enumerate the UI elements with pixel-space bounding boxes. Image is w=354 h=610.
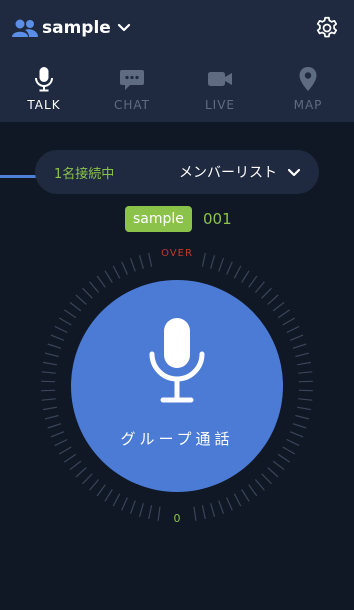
chat-bubble-icon [120, 70, 144, 90]
level-tick [267, 467, 279, 478]
map-pin-icon [299, 67, 317, 91]
level-tick [248, 275, 258, 288]
tab-chat-label: CHAT [113, 98, 150, 112]
level-tick [295, 352, 310, 358]
level-tick [233, 265, 242, 279]
level-tick [226, 497, 233, 511]
level-tick [69, 460, 82, 471]
level-tick [82, 287, 93, 299]
level-tick [89, 281, 100, 293]
group-talk-button[interactable]: グループ通話 [71, 280, 283, 492]
level-tick [75, 467, 87, 478]
level-tick [286, 438, 300, 447]
level-tick [44, 352, 59, 358]
level-tick [272, 301, 285, 312]
level-tick [248, 484, 258, 497]
level-tick [69, 301, 82, 312]
audio-level-value: 0 [173, 512, 181, 525]
chevron-down-icon [287, 168, 301, 177]
level-tick [282, 317, 296, 326]
level-tick [54, 325, 68, 334]
group-talk-label: グループ通話 [120, 430, 234, 448]
level-tick [286, 325, 300, 334]
video-camera-icon [208, 72, 232, 86]
app-header: sample [0, 0, 354, 56]
tab-talk[interactable]: TALK [0, 56, 88, 122]
tab-bar: TALK CHAT LIVE MAP [0, 56, 354, 178]
level-tick [296, 361, 312, 366]
tab-talk-label: TALK [27, 98, 61, 112]
over-indicator: OVER [161, 248, 193, 259]
tab-live-label: LIVE [204, 98, 235, 112]
level-tick [58, 446, 72, 455]
level-tick [241, 489, 250, 502]
level-tick [129, 257, 136, 272]
level-tick [47, 423, 62, 429]
level-tick [63, 453, 77, 463]
user-name-badge: sample [125, 206, 192, 232]
level-tick [104, 270, 113, 283]
group-icon [12, 19, 38, 37]
level-tick [289, 431, 304, 438]
tab-live[interactable]: LIVE [176, 56, 264, 122]
level-tick [298, 371, 313, 374]
level-tick [82, 473, 93, 485]
level-tick [41, 398, 56, 401]
level-tick [261, 473, 272, 485]
user-id: 001 [203, 210, 232, 228]
level-tick [121, 497, 128, 511]
level-tick [241, 270, 250, 283]
level-tick [104, 489, 113, 502]
level-tick [47, 343, 62, 349]
level-tick [233, 493, 242, 507]
level-tick [75, 294, 87, 305]
level-tick [254, 281, 265, 293]
level-tick [254, 479, 265, 491]
group-name: sample [42, 18, 111, 38]
tab-map-label: MAP [293, 98, 323, 112]
level-tick [292, 423, 307, 429]
group-selector[interactable]: sample [12, 14, 131, 42]
level-tick [277, 309, 291, 319]
level-tick [121, 261, 128, 275]
level-tick [54, 438, 68, 447]
chevron-down-icon [117, 23, 130, 32]
level-tick [295, 414, 310, 420]
level-tick [282, 446, 296, 455]
level-tick [277, 453, 291, 463]
connected-count: 1名接続中 [54, 167, 115, 182]
level-tick [292, 343, 307, 349]
level-tick [112, 493, 121, 507]
microphone-icon [35, 67, 53, 92]
level-tick [42, 406, 58, 411]
level-tick [261, 287, 272, 299]
level-tick [44, 414, 59, 420]
level-tick [89, 479, 100, 491]
level-tick [112, 265, 121, 279]
microphone-icon [149, 318, 205, 403]
level-tick [58, 317, 72, 326]
tab-map[interactable]: MAP [264, 56, 352, 122]
level-tick [50, 334, 65, 341]
level-tick [289, 334, 304, 341]
member-list-dropdown[interactable]: 1名接続中 メンバーリスト [35, 150, 319, 194]
gear-icon[interactable] [314, 15, 340, 41]
tab-chat[interactable]: CHAT [88, 56, 176, 122]
level-tick [63, 309, 77, 319]
level-tick [296, 406, 312, 411]
level-tick [42, 361, 58, 366]
level-tick [50, 431, 65, 438]
level-tick [226, 261, 233, 275]
level-tick [96, 484, 106, 497]
level-tick [298, 398, 313, 401]
level-tick [96, 275, 106, 288]
level-tick [41, 371, 56, 374]
level-tick [272, 460, 285, 471]
level-tick [218, 257, 225, 272]
level-tick [267, 294, 279, 305]
member-list-label: メンバーリスト [179, 165, 277, 181]
